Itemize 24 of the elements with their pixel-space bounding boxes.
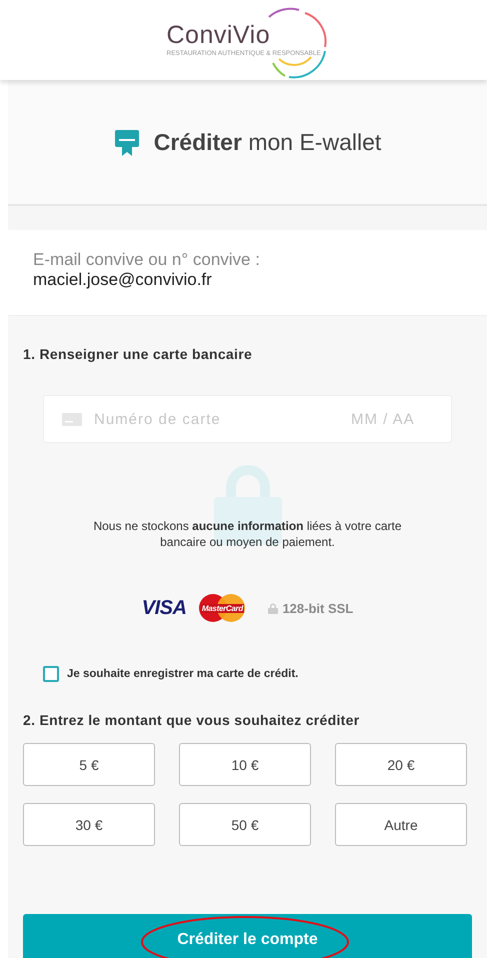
security-notice: Nous ne stockons aucune information liées à votre carte bancaire ou moyen de paiement. xyxy=(92,518,403,550)
save-card-checkbox[interactable] xyxy=(43,666,59,682)
amount-button[interactable]: 10 € xyxy=(179,743,311,786)
section-heading: 2. Entrez le montant que vous souhaitez créditer xyxy=(23,711,360,728)
amount-button[interactable]: 5 € xyxy=(23,743,155,786)
lock-icon xyxy=(268,602,278,614)
visa-logo: VISA xyxy=(142,596,186,620)
section-heading: 1. Renseigner une carte bancaire xyxy=(23,345,254,362)
card-input-field[interactable]: Numéro de carte MM / AA xyxy=(43,395,452,443)
expiry-field[interactable]: MM / AA xyxy=(349,410,433,428)
amount-button[interactable]: 50 € xyxy=(179,803,311,846)
page-title: Créditer mon E-wallet xyxy=(154,128,382,156)
amount-button[interactable]: 20 € xyxy=(335,743,467,786)
card-number-field[interactable]: Numéro de carte xyxy=(92,410,339,428)
mastercard-logo: MasterCard xyxy=(198,593,246,623)
account-email: maciel.jose@convivio.fr xyxy=(33,270,213,290)
amount-button[interactable]: Autre xyxy=(335,803,467,846)
logo-text: ConviVio xyxy=(166,23,270,48)
save-card-label: Je souhaite enregistrer ma carte de crédit. xyxy=(67,668,298,680)
card-icon xyxy=(62,412,82,426)
ssl-label: 128-bit SSL xyxy=(282,600,354,616)
voucher-icon xyxy=(114,128,140,156)
account-label: E-mail convive ou n° convive : xyxy=(33,250,261,270)
amount-button[interactable]: 30 € xyxy=(23,803,155,846)
